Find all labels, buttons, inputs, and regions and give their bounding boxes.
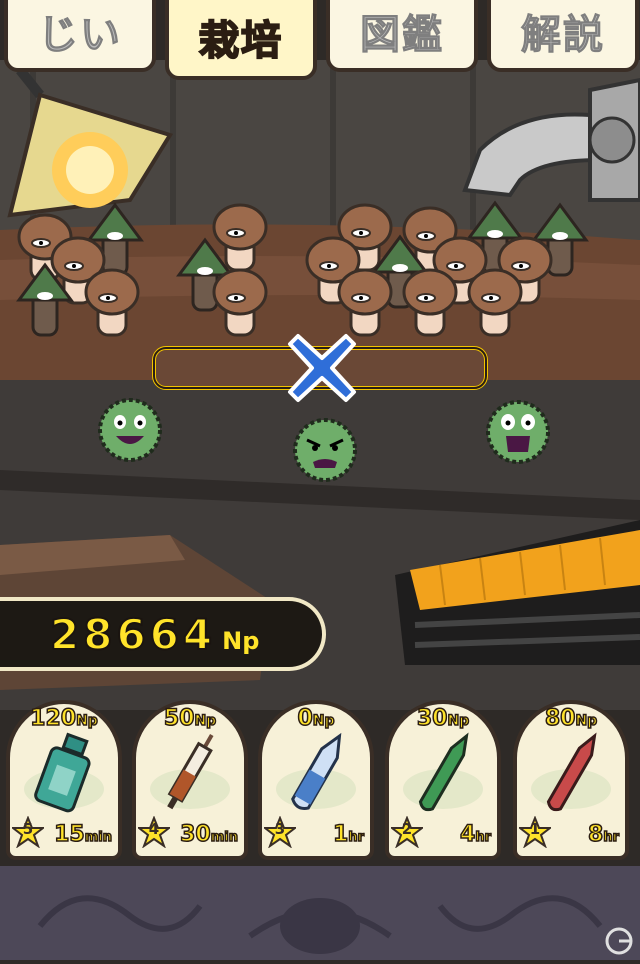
item-price: 50Np <box>163 705 217 732</box>
np-counter: 28664 Np <box>0 597 326 671</box>
tab-label: 図鑑 <box>360 12 444 59</box>
np-value: 28664 <box>49 609 217 660</box>
germ-monster-icon[interactable] <box>478 392 558 472</box>
germ-monster-icon[interactable] <box>90 390 170 470</box>
tab-label: じい <box>38 12 122 59</box>
item-rank: 3 <box>274 820 286 838</box>
item-rank: 1 <box>529 820 541 838</box>
green-vial-icon <box>418 732 469 812</box>
germ-monster-icon[interactable] <box>285 410 365 490</box>
item-card[interactable]: 0Np 3 1hr <box>258 700 374 860</box>
watermark-logo-icon <box>605 927 633 955</box>
item-price: 0Np <box>297 705 336 732</box>
ornament-panel <box>0 866 640 960</box>
blue-vial-icon <box>291 732 342 810</box>
syringe-icon <box>167 734 214 810</box>
teal-bottle-icon <box>34 732 91 813</box>
mushroom-group-left <box>17 203 143 337</box>
item-shelf: 120Np 5 15min 50Np 4 30min 0Np 3 1hr 30N… <box>0 700 640 865</box>
np-unit: Np <box>222 627 260 655</box>
item-rank: 4 <box>148 820 160 838</box>
item-time: 8hr <box>587 821 619 848</box>
item-price: 80Np <box>544 705 598 732</box>
item-time: 30min <box>179 821 238 848</box>
item-rank: 5 <box>22 820 34 838</box>
ornament-pattern <box>37 895 603 954</box>
tab-jii[interactable]: じい <box>4 0 156 72</box>
item-price: 30Np <box>416 705 470 732</box>
item-card[interactable]: 80Np 1 8hr <box>513 700 629 860</box>
item-time: 1hr <box>332 821 364 848</box>
item-rank: 2 <box>401 820 413 838</box>
tab-label: 栽培 <box>198 17 283 65</box>
mushroom-group-right <box>305 201 588 337</box>
red-vial-icon <box>546 732 597 812</box>
item-time: 15min <box>53 821 112 848</box>
top-tab-bar: じい 栽培 図鑑 解説 <box>0 0 640 80</box>
tab-encyclopedia[interactable]: 図鑑 <box>326 0 478 72</box>
mushroom-group-middle <box>177 203 268 337</box>
item-card[interactable]: 120Np 5 15min <box>6 700 122 860</box>
cancel-x-icon[interactable] <box>286 332 358 404</box>
item-price: 120Np <box>29 705 98 732</box>
tab-cultivation[interactable]: 栽培 <box>165 0 317 80</box>
item-card[interactable]: 30Np 2 4hr <box>385 700 501 860</box>
tab-explanation[interactable]: 解説 <box>487 0 639 72</box>
tab-label: 解説 <box>521 12 605 59</box>
item-time: 4hr <box>459 821 491 848</box>
item-card[interactable]: 50Np 4 30min <box>132 700 248 860</box>
